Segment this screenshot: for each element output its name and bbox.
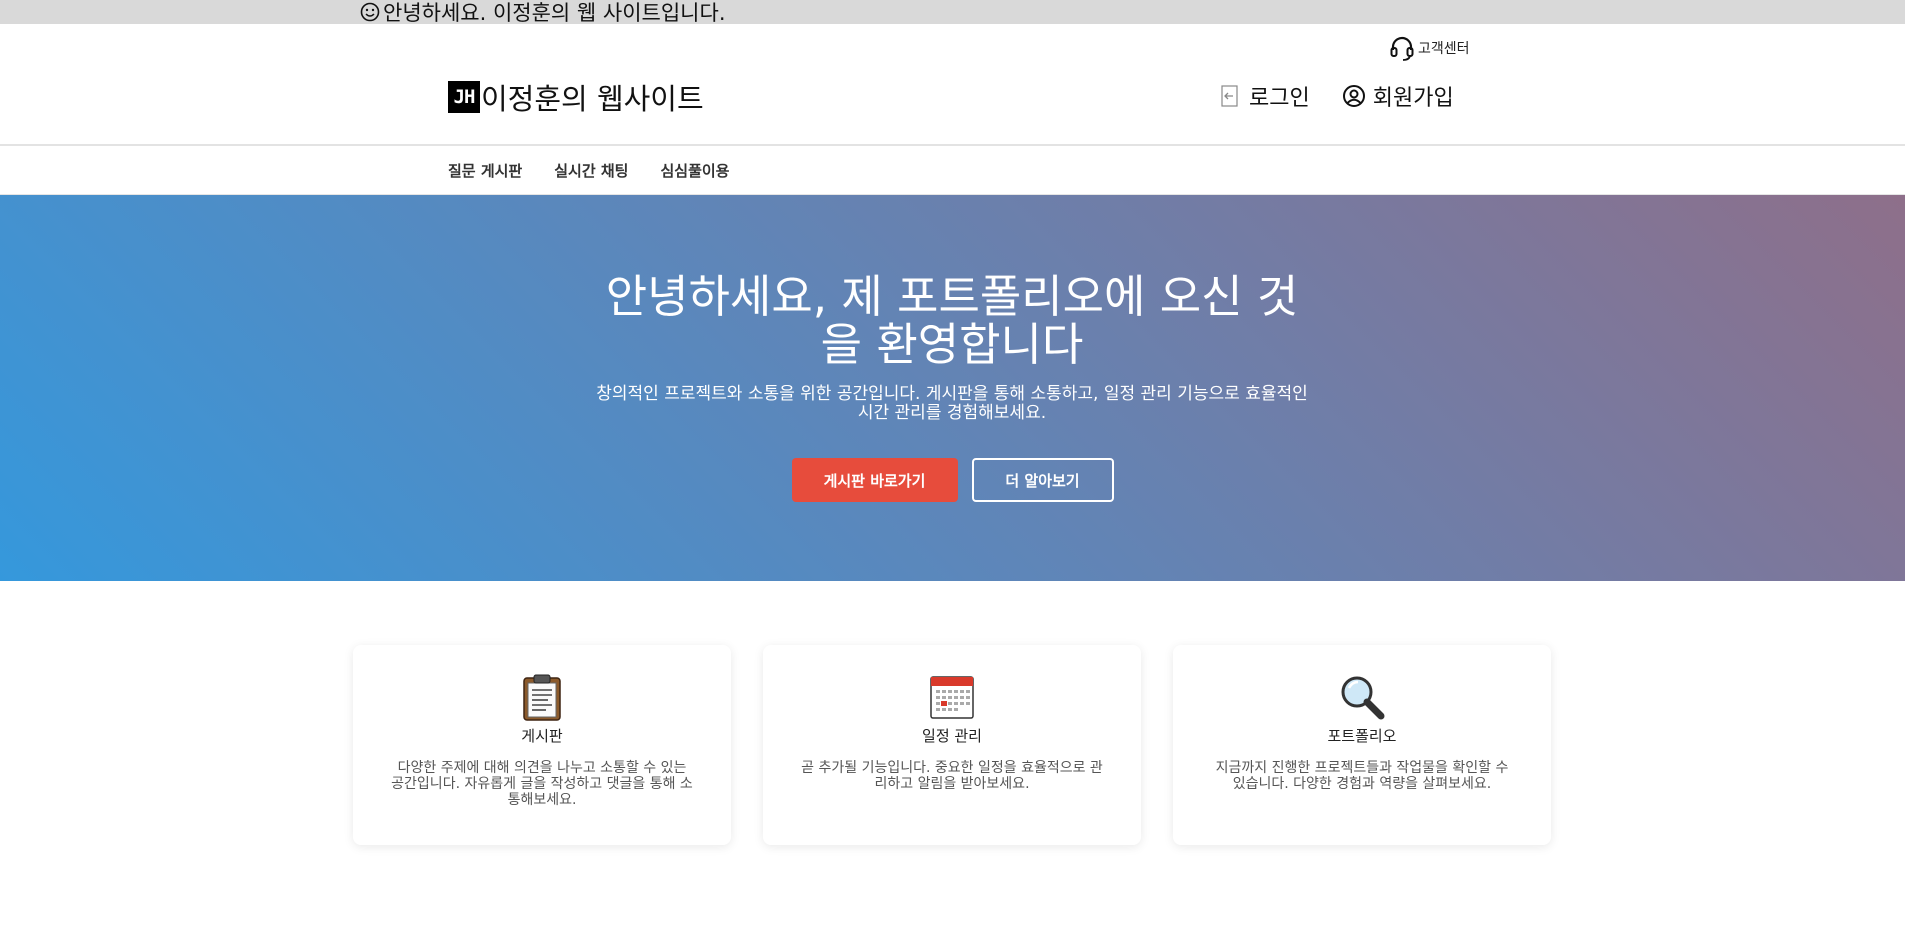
- signup-link[interactable]: 회원가입: [1342, 80, 1454, 112]
- announcement-text: 안녕하세요. 이정훈의 웹 사이트입니다.: [383, 1, 726, 25]
- nav-item-qna-board[interactable]: 질문 게시판: [448, 160, 522, 181]
- calendar-icon: [930, 676, 974, 719]
- signup-label: 회원가입: [1372, 86, 1454, 111]
- feature-title: 포트폴리오: [1327, 727, 1397, 745]
- login-icon: [1221, 85, 1238, 107]
- feature-title: 일정 관리: [922, 727, 982, 745]
- feature-card-portfolio[interactable]: 포트폴리오 지금까지 진행한 프로젝트들과 작업물을 확인할 수 있습니다. 다…: [1173, 645, 1551, 845]
- feature-cards: 게시판 다양한 주제에 대해 의견을 나누고 소통할 수 있는 공간입니다. 자…: [353, 645, 1551, 845]
- feature-title: 게시판: [521, 727, 563, 745]
- feature-card-schedule[interactable]: 일정 관리 곧 추가될 기능입니다. 중요한 일정을 효율적으로 관리하고 알림…: [763, 645, 1141, 845]
- customer-center-link[interactable]: 고객센터: [1388, 34, 1470, 62]
- site-logo[interactable]: JH 이정훈의 웹사이트: [448, 76, 704, 118]
- magnifier-icon: [1341, 676, 1385, 720]
- feature-card-board[interactable]: 게시판 다양한 주제에 대해 의견을 나누고 소통할 수 있는 공간입니다. 자…: [353, 645, 731, 845]
- site-header: 고객센터 JH 이정훈의 웹사이트 로그인 회원가입: [0, 24, 1905, 146]
- main-nav: 질문 게시판 실시간 채팅 심심풀이용: [0, 146, 1905, 195]
- clipboard-icon: [523, 674, 561, 721]
- site-title: 이정훈의 웹사이트: [481, 82, 704, 116]
- feature-description: 지금까지 진행한 프로젝트들과 작업물을 확인할 수 있습니다. 다양한 경험과…: [1215, 760, 1509, 792]
- go-to-board-button[interactable]: 게시판 바로가기: [791, 458, 958, 502]
- auth-links: 로그인 회원가입: [1218, 80, 1454, 112]
- smiley-icon: [360, 2, 380, 22]
- hero-section: 안녕하세요, 제 포트폴리오에 오신 것을 환영합니다 창의적인 프로젝트와 소…: [0, 195, 1905, 581]
- feature-description: 곧 추가될 기능입니다. 중요한 일정을 효율적으로 관리하고 알림을 받아보세…: [801, 760, 1103, 792]
- nav-item-fun[interactable]: 심심풀이용: [660, 160, 729, 181]
- feature-description: 다양한 주제에 대해 의견을 나누고 소통할 수 있는 공간입니다. 자유롭게 …: [391, 760, 693, 808]
- customer-center-label: 고객센터: [1418, 41, 1470, 57]
- announcement-bar: 안녕하세요. 이정훈의 웹 사이트입니다.: [0, 0, 1905, 25]
- logo-mark: JH: [448, 81, 480, 113]
- nav-item-live-chat[interactable]: 실시간 채팅: [554, 160, 628, 181]
- login-label: 로그인: [1249, 86, 1310, 111]
- user-circle-icon: [1342, 85, 1365, 107]
- announcement: 안녕하세요. 이정훈의 웹 사이트입니다.: [360, 0, 726, 25]
- login-link[interactable]: 로그인: [1218, 80, 1310, 112]
- learn-more-button[interactable]: 더 알아보기: [971, 458, 1114, 502]
- headset-icon: [1390, 36, 1414, 61]
- hero-subtitle: 창의적인 프로젝트와 소통을 위한 공간입니다. 게시판을 통해 소통하고, 일…: [596, 384, 1308, 423]
- hero-title: 안녕하세요, 제 포트폴리오에 오신 것을 환영합니다: [605, 270, 1299, 371]
